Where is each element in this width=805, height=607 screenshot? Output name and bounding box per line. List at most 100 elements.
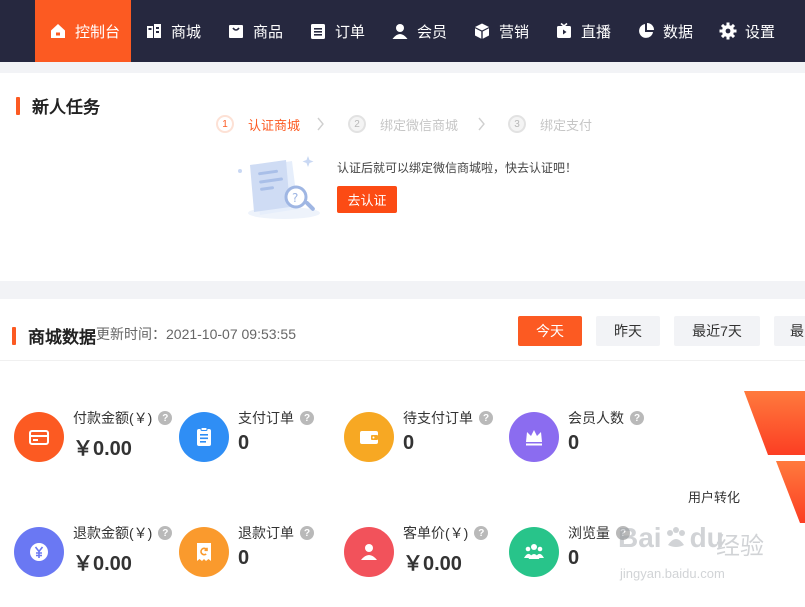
help-icon[interactable]: ? — [158, 526, 173, 540]
help-icon[interactable]: ? — [300, 411, 314, 425]
update-time-label: 更新时间： — [96, 326, 166, 342]
nav-item-data[interactable]: 数据 — [637, 0, 693, 62]
data-title: 商城数据 — [28, 328, 96, 347]
user-icon — [391, 22, 409, 40]
stat-value: 0 — [568, 432, 580, 454]
bag-icon — [227, 22, 245, 40]
crown-icon — [509, 412, 559, 462]
chevron-right-icon — [478, 117, 485, 131]
person-icon — [344, 527, 394, 577]
baidu-watermark: Bai du 经验 jingyan.baidu.com — [612, 516, 772, 592]
stat-label: 支付订单? — [238, 408, 314, 428]
stat-label-text: 浏览量 — [568, 525, 610, 541]
verify-document-illustration-icon: ? — [238, 156, 320, 219]
cube-icon — [473, 22, 491, 40]
nav-item-label: 会员 — [417, 23, 448, 41]
clipboard-icon — [179, 412, 229, 462]
card-icon — [14, 412, 64, 462]
step-label: 认证商城 — [248, 117, 301, 133]
home-icon — [49, 22, 67, 40]
update-time: 更新时间：2021-10-07 09:53:55 — [96, 324, 296, 344]
stat-value: 0 — [238, 432, 250, 454]
stat-pending-orders: 待支付订单? 0 — [344, 410, 504, 464]
nav-item-label: 营销 — [499, 23, 530, 41]
stat-value: ￥0.00 — [403, 553, 462, 575]
new-user-task-panel: 新人任务 1 认证商城 2 绑定微信商城 3 绑定支付 ? 认证后就可以绑定微信… — [0, 73, 805, 281]
stat-label: 退款订单? — [238, 523, 314, 543]
step-bind-wechat[interactable]: 2 绑定微信商城 — [348, 114, 458, 134]
chevron-right-icon — [317, 117, 324, 131]
step-number: 3 — [508, 115, 526, 133]
nav-item-orders[interactable]: 订单 — [309, 0, 365, 62]
stat-label: 退款金额(￥)? — [73, 523, 173, 543]
tab-today[interactable]: 今天 — [518, 316, 582, 346]
title-accent-bar — [16, 96, 20, 115]
nav-item-label: 设置 — [745, 23, 776, 41]
stat-payment-amount: 付款金额(￥)? ￥0.00 — [14, 410, 174, 464]
stat-label-text: 付款金额(￥) — [73, 410, 153, 426]
step-label: 绑定支付 — [540, 117, 593, 133]
stat-avg-order-value: 客单价(￥)? ￥0.00 — [344, 525, 504, 579]
funnel-user-conversion-label: 用户转化 — [688, 490, 741, 505]
nav-item-products[interactable]: 商品 — [227, 0, 283, 62]
stat-value: ￥0.00 — [73, 438, 132, 460]
step-label: 绑定微信商城 — [380, 117, 459, 133]
live-icon — [555, 22, 573, 40]
stat-label: 客单价(￥)? — [403, 523, 489, 543]
go-verify-button[interactable]: 去认证 — [337, 186, 397, 213]
yen-coin-icon — [14, 527, 64, 577]
verify-hint-text: 认证后就可以绑定微信商城啦，快去认证吧！ — [337, 161, 578, 175]
stat-label: 待支付订单? — [403, 408, 493, 428]
stat-label: 会员人数? — [568, 408, 644, 428]
nav-item-label: 商品 — [253, 23, 284, 41]
watermark-brand-a: Bai — [618, 522, 662, 553]
step-number: 2 — [348, 115, 366, 133]
header-divider — [0, 360, 805, 361]
step-bind-payment[interactable]: 3 绑定支付 — [508, 114, 592, 134]
help-icon[interactable]: ? — [479, 411, 493, 425]
step-verify-store[interactable]: 1 认证商城 — [216, 114, 300, 134]
refund-receipt-icon — [179, 527, 229, 577]
help-icon[interactable]: ? — [630, 411, 644, 425]
nav-item-dashboard[interactable]: 控制台 — [35, 0, 131, 62]
pie-chart-icon — [637, 22, 655, 40]
help-icon[interactable]: ? — [300, 526, 314, 540]
stat-paid-orders: 支付订单? 0 — [179, 410, 339, 464]
nav-item-live[interactable]: 直播 — [555, 0, 611, 62]
stat-value: 0 — [403, 432, 415, 454]
stat-label-text: 退款金额(￥) — [73, 525, 153, 541]
help-icon[interactable]: ? — [158, 411, 173, 425]
stat-label-text: 退款订单 — [238, 525, 294, 541]
nav-item-settings[interactable]: 设置 — [719, 0, 775, 62]
nav-item-label: 商城 — [171, 23, 202, 41]
nav-item-members[interactable]: 会员 — [391, 0, 447, 62]
watermark-url: jingyan.baidu.com — [620, 566, 725, 581]
tab-more[interactable]: 最 — [774, 316, 805, 346]
nav-item-store[interactable]: 商城 — [145, 0, 201, 62]
nav-item-label: 数据 — [663, 23, 694, 41]
task-section-title: 新人任务 — [16, 93, 100, 118]
stat-value: 0 — [238, 547, 250, 569]
svg-text:?: ? — [292, 191, 298, 205]
task-title: 新人任务 — [32, 98, 100, 117]
step-number: 1 — [216, 115, 234, 133]
stat-label-text: 客单价(￥) — [403, 525, 469, 541]
stat-label-text: 会员人数 — [568, 410, 624, 426]
tab-yesterday[interactable]: 昨天 — [596, 316, 660, 346]
group-icon — [509, 527, 559, 577]
stat-label-text: 支付订单 — [238, 410, 294, 426]
wallet-icon — [344, 412, 394, 462]
top-nav: 控制台 商城 商品 订单 会员 营销 直播 数据 设置 — [0, 0, 805, 62]
list-icon — [309, 22, 327, 40]
tab-last-7-days[interactable]: 最近7天 — [674, 316, 760, 346]
update-time-value: 2021-10-07 09:53:55 — [166, 326, 296, 342]
stat-value: ￥0.00 — [73, 553, 132, 575]
nav-item-label: 直播 — [581, 23, 612, 41]
nav-item-marketing[interactable]: 营销 — [473, 0, 529, 62]
nav-item-label: 控制台 — [75, 23, 121, 41]
gear-icon — [719, 22, 737, 40]
watermark-cn: 经验 — [716, 533, 764, 560]
store-icon — [145, 22, 163, 40]
stat-member-count: 会员人数? 0 — [509, 410, 669, 464]
help-icon[interactable]: ? — [474, 526, 489, 540]
